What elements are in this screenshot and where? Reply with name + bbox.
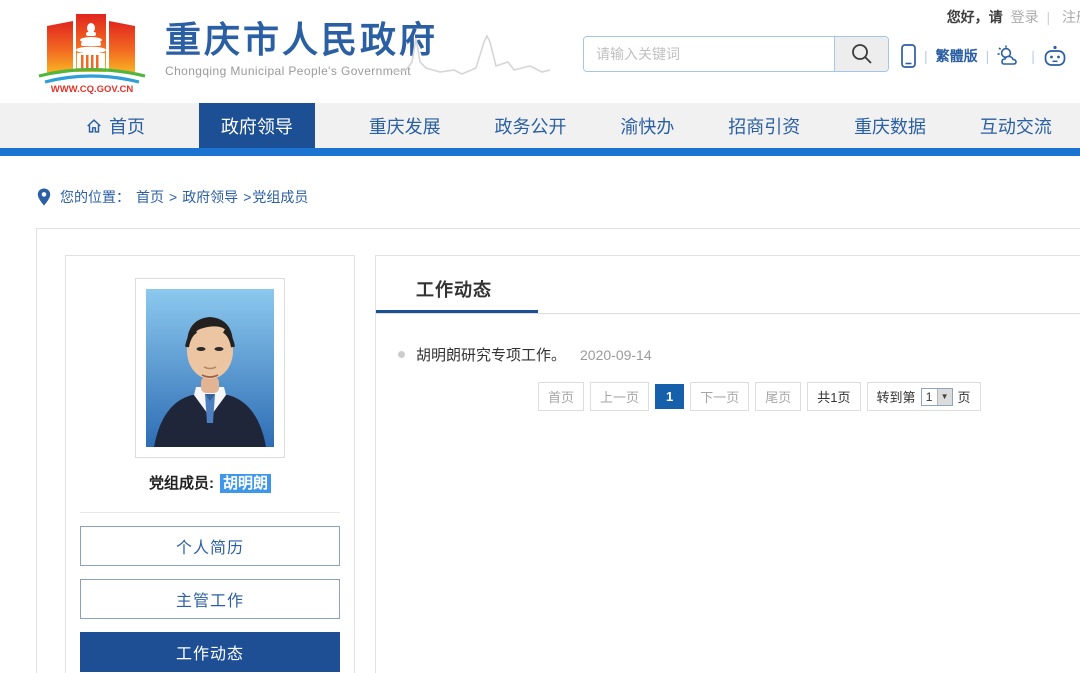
article-link[interactable]: 胡明朗研究专项工作。	[416, 344, 566, 365]
nav-item-label: 首页	[109, 113, 145, 139]
chevron-down-icon: ▼	[937, 389, 952, 405]
divider: |	[1046, 9, 1050, 25]
breadcrumb: 您的位置： 首页 > 政府领导 > 党组成员	[37, 187, 308, 207]
breadcrumb-government-leaders[interactable]: 政府领导	[182, 187, 238, 207]
profile-menu: 个人简历 主管工作 工作动态	[66, 526, 354, 672]
content-container: 党组成员: 胡明朗 个人简历 主管工作 工作动态 工作动态 胡明朗研究专项工作。 …	[36, 228, 1080, 673]
leader-profile-panel: 党组成员: 胡明朗 个人简历 主管工作 工作动态	[65, 255, 355, 673]
location-pin-icon	[37, 188, 51, 206]
bullet-icon	[398, 351, 405, 358]
header-quick-links: | 繁體版 | |	[901, 42, 1067, 70]
breadcrumb-separator: >	[243, 189, 251, 205]
menu-item-responsibilities[interactable]: 主管工作	[80, 579, 340, 619]
nav-item-chongqing-data[interactable]: 重庆数据	[854, 103, 926, 148]
nav-item-investment[interactable]: 招商引资	[728, 103, 800, 148]
pagination: 首页 上一页 1 下一页 尾页 共1页 转到第 1 ▼ 页	[538, 382, 981, 411]
user-greeting-bar: 您好，请 登录 | 注册	[947, 7, 1080, 27]
goto-prefix: 转到第	[877, 387, 916, 406]
pagination-last-button[interactable]: 尾页	[755, 382, 801, 411]
work-updates-panel: 工作动态 胡明朗研究专项工作。 2020-09-14 首页 上一页 1 下一页 …	[375, 255, 1080, 673]
menu-item-resume[interactable]: 个人简历	[80, 526, 340, 566]
nav-item-label: 重庆数据	[854, 113, 926, 139]
traditional-version-link[interactable]: 繁體版	[936, 46, 978, 66]
nav-item-label: 渝快办	[620, 113, 674, 139]
search-input[interactable]	[584, 37, 834, 71]
leader-name-highlighted: 胡明朗	[220, 474, 271, 493]
site-header: WWW.CQ.GOV.CN 重庆市人民政府 Chongqing Municipa…	[0, 0, 1080, 103]
pagination-next-button[interactable]: 下一页	[690, 382, 749, 411]
logo-url-text: WWW.CQ.GOV.CN	[51, 84, 134, 94]
pagination-first-button[interactable]: 首页	[538, 382, 584, 411]
goto-suffix: 页	[958, 387, 971, 406]
article-list-item: 胡明朗研究专项工作。 2020-09-14	[398, 344, 652, 365]
weather-icon[interactable]	[997, 45, 1023, 67]
skyline-decoration-icon	[392, 32, 550, 80]
greeting-text: 您好，请	[947, 9, 1003, 25]
breadcrumb-separator: >	[169, 189, 177, 205]
divider	[80, 512, 340, 513]
breadcrumb-home[interactable]: 首页	[136, 187, 164, 207]
register-link[interactable]: 注册	[1062, 9, 1080, 25]
search-icon	[850, 42, 874, 66]
leader-name-row: 党组成员: 胡明朗	[66, 472, 354, 493]
section-title: 工作动态	[416, 276, 492, 302]
portrait-photo-frame	[135, 278, 285, 458]
pagination-prev-button[interactable]: 上一页	[590, 382, 649, 411]
divider: |	[1031, 48, 1035, 64]
nav-accent-bar	[0, 148, 1080, 156]
pagination-page-1[interactable]: 1	[655, 384, 684, 409]
pagination-total-pages: 共1页	[807, 382, 860, 411]
home-icon	[85, 117, 103, 135]
goto-page-select[interactable]: 1 ▼	[921, 388, 953, 406]
site-logo[interactable]: WWW.CQ.GOV.CN	[33, 6, 151, 99]
divider	[376, 313, 1080, 314]
leader-role-label: 党组成员:	[149, 475, 214, 492]
breadcrumb-current: 党组成员	[252, 187, 308, 207]
pagination-goto: 转到第 1 ▼ 页	[867, 382, 981, 411]
mobile-version-icon[interactable]	[901, 44, 916, 68]
nav-item-label: 政府领导	[221, 113, 293, 139]
divider: |	[924, 48, 928, 64]
divider: |	[986, 48, 990, 64]
nav-item-label: 重庆发展	[369, 113, 441, 139]
nav-item-label: 招商引资	[728, 113, 800, 139]
nav-item-government-affairs[interactable]: 政务公开	[495, 103, 567, 148]
nav-item-yukuaiban[interactable]: 渝快办	[620, 103, 674, 148]
menu-item-work-updates[interactable]: 工作动态	[80, 632, 340, 672]
nav-item-interaction[interactable]: 互动交流	[980, 103, 1052, 148]
site-search	[583, 36, 889, 72]
main-navigation: 首页 政府领导 重庆发展 政务公开 渝快办 招商引资 重庆数据 互动交流	[0, 103, 1080, 148]
search-button[interactable]	[834, 37, 888, 71]
nav-item-chongqing-development[interactable]: 重庆发展	[369, 103, 441, 148]
logo-icon: WWW.CQ.GOV.CN	[33, 6, 151, 94]
goto-page-value: 1	[922, 389, 937, 405]
article-date: 2020-09-14	[580, 347, 652, 363]
nav-item-home[interactable]: 首页	[85, 103, 145, 148]
portrait-photo	[146, 289, 274, 447]
breadcrumb-prefix: 您的位置：	[60, 187, 130, 207]
nav-item-government-leaders[interactable]: 政府领导	[199, 103, 315, 148]
nav-item-label: 政务公开	[495, 113, 567, 139]
nav-item-label: 互动交流	[980, 113, 1052, 139]
login-link[interactable]: 登录	[1011, 9, 1039, 25]
robot-assistant-icon[interactable]	[1043, 45, 1067, 67]
